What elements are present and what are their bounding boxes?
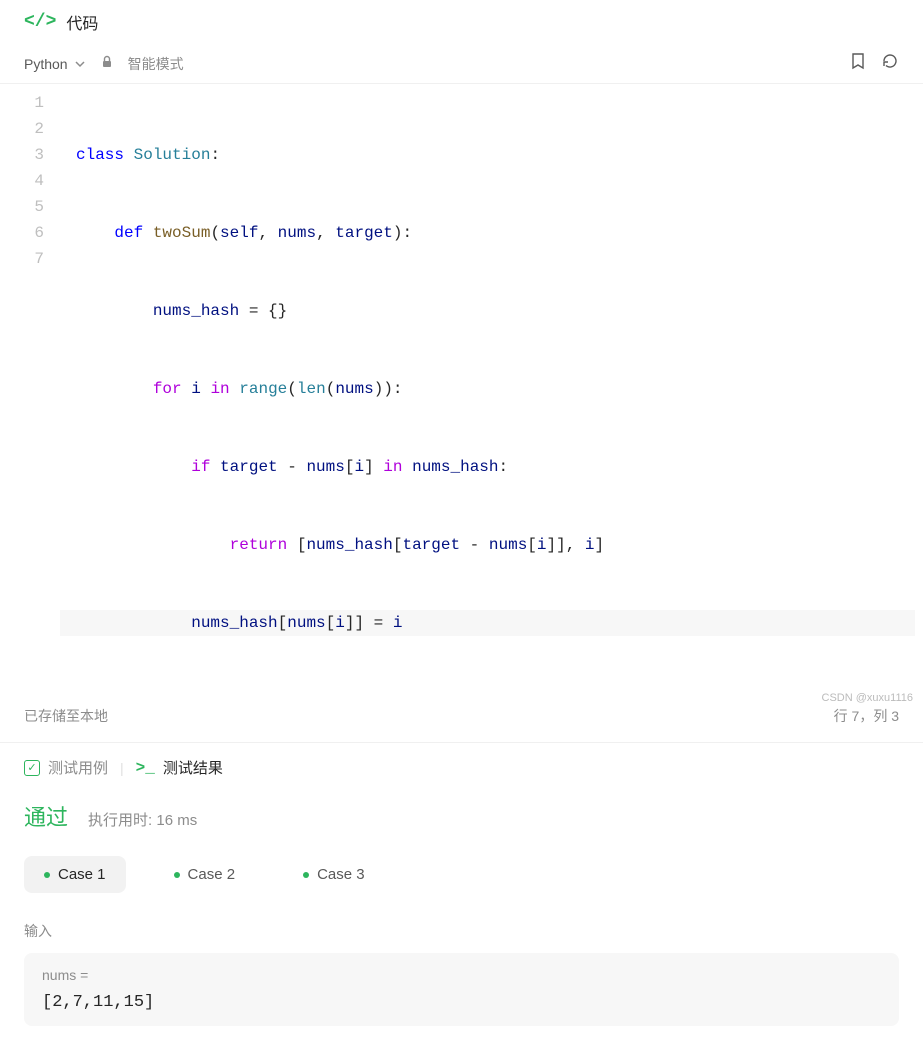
tab-label: 测试用例 [48,757,108,778]
save-status: 已存储至本地 [24,706,108,726]
input-var-name: nums = [42,967,881,983]
terminal-icon: >_ [136,759,155,777]
tab-label: 测试结果 [163,757,223,778]
runtime-label: 执行用时: 16 ms [88,809,197,830]
language-selector[interactable]: Python [24,56,86,72]
panel-title: 代码 [66,10,98,34]
status-dot [44,872,50,878]
status-dot [303,872,309,878]
code-icon: </> [24,12,56,32]
chevron-down-icon [74,58,86,70]
line-number: 7 [24,246,44,272]
code-content[interactable]: class Solution: def twoSum(self, nums, t… [60,90,923,688]
line-number: 2 [24,116,44,142]
input-section-label: 输入 [24,921,899,941]
pass-status: 通过 [24,800,68,832]
line-number: 3 [24,142,44,168]
cursor-position: 行 7，列 3 [834,706,899,726]
lock-icon [100,55,114,72]
line-number: 5 [24,194,44,220]
line-number: 1 [24,90,44,116]
check-icon: ✓ [24,760,40,776]
case-3-button[interactable]: Case 3 [283,856,385,893]
input-box: nums = [2,7,11,15] [24,953,899,1026]
tab-results[interactable]: >_ 测试结果 [136,757,223,778]
reset-icon[interactable] [881,52,899,75]
line-number: 6 [24,220,44,246]
case-label: Case 1 [58,866,106,883]
code-editor[interactable]: 1 2 3 4 5 6 7 class Solution: def twoSum… [0,84,923,688]
line-gutter: 1 2 3 4 5 6 7 [0,90,60,688]
tab-separator: | [120,760,124,776]
language-label: Python [24,56,68,72]
watermark: CSDN @xuxu1116 [822,692,913,704]
input-value: [2,7,11,15] [42,993,881,1012]
bookmark-icon[interactable] [849,52,867,75]
status-dot [174,872,180,878]
line-number: 4 [24,168,44,194]
case-2-button[interactable]: Case 2 [154,856,256,893]
tab-testcases[interactable]: ✓ 测试用例 [24,757,108,778]
case-label: Case 3 [317,866,365,883]
case-1-button[interactable]: Case 1 [24,856,126,893]
case-label: Case 2 [188,866,236,883]
mode-label: 智能模式 [128,54,184,74]
